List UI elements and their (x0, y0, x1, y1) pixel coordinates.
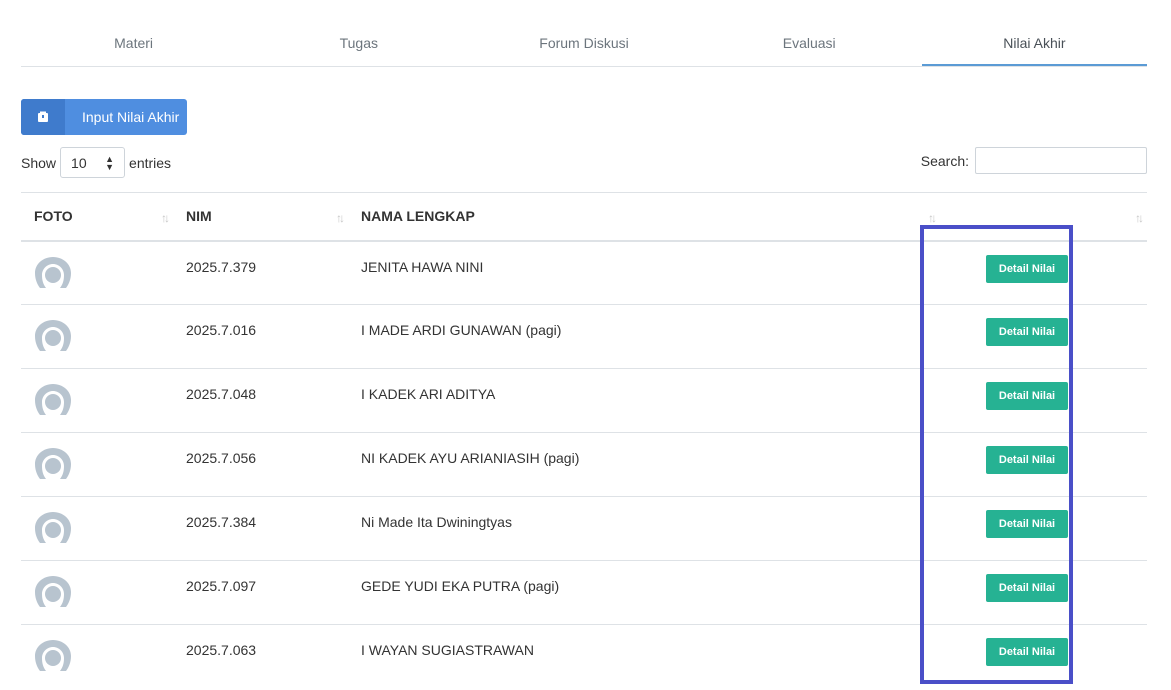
cell-nama: NI KADEK AYU ARIANIASIH (pagi) (348, 432, 940, 497)
tab-evaluasi[interactable]: Evaluasi (697, 20, 922, 66)
avatar-icon (34, 639, 72, 673)
cell-nama: I KADEK ARI ADITYA (348, 368, 940, 433)
cell-nim: 2025.7.097 (173, 560, 348, 625)
search-label: Search: (920, 152, 969, 169)
avatar-icon (34, 575, 72, 609)
cell-nim: 2025.7.384 (173, 496, 348, 561)
table-row: 2025.7.063 I WAYAN SUGIASTRAWAN Detail Nil… (21, 625, 1147, 689)
input-nilai-akhir-button[interactable]: Input Nilai Akhir (21, 99, 187, 135)
cell-nama: Ni Made Ita Dwiningtyas (348, 496, 940, 561)
avatar-icon (34, 511, 72, 545)
sort-icon: ↑↓ (161, 211, 170, 225)
cell-nim: 2025.7.379 (173, 240, 348, 305)
detail-nilai-button[interactable]: Detail Nilai (986, 382, 1068, 410)
search-input[interactable] (975, 147, 1147, 174)
detail-nilai-button[interactable]: Detail Nilai (986, 446, 1068, 474)
show-label: Show (21, 154, 57, 171)
cell-action: Detail Nilai (940, 625, 1147, 689)
tab-tugas[interactable]: Tugas (246, 20, 471, 66)
cell-nim: 2025.7.056 (173, 432, 348, 497)
cell-action: Detail Nilai (940, 368, 1147, 433)
table-header-row: FOTO ↑↓ NIM ↑↓ NAMA LENGKAP ↑↓ ↑↓ (21, 192, 1147, 242)
column-header-nama-lengkap[interactable]: NAMA LENGKAP ↑↓ (348, 192, 940, 242)
cell-nama: I MADE ARDI GUNAWAN (pagi) (348, 304, 940, 369)
tab-materi[interactable]: Materi (21, 20, 246, 66)
cell-action: Detail Nilai (940, 560, 1147, 625)
sort-caret-icon: ▲ ▼ (105, 153, 115, 172)
tab-nilai-akhir[interactable]: Nilai Akhir (921, 20, 1148, 66)
sort-icon: ↑↓ (928, 211, 937, 225)
search-control: Search: (921, 147, 1147, 174)
cell-nama: JENITA HAWA NINI (348, 240, 940, 305)
avatar-icon (34, 447, 72, 481)
cell-action: Detail Nilai (940, 240, 1147, 305)
avatar-icon (34, 256, 72, 290)
cell-foto (21, 240, 173, 305)
table-row: 2025.7.016 I MADE ARDI GUNAWAN (pagi) Deta… (21, 304, 1147, 369)
tab-bar: Materi Tugas Forum Diskusi Evaluasi Nila… (21, 20, 1148, 67)
column-header-foto[interactable]: FOTO ↑↓ (21, 192, 173, 242)
sort-icon: ↑↓ (1135, 211, 1144, 225)
input-nilai-akhir-label: Input Nilai Akhir (82, 109, 180, 125)
cell-nama: I WAYAN SUGIASTRAWAN (361, 642, 534, 658)
box-icon (21, 99, 65, 135)
cell-action: Detail Nilai (940, 304, 1147, 369)
cell-nim: 2025.7.048 (173, 368, 348, 433)
detail-nilai-button[interactable]: Detail Nilai (986, 638, 1068, 666)
table-row: 2025.7.056 NI KADEK AYU ARIANIASIH (pagi)… (21, 432, 1147, 497)
entries-length-control: Show 10 ▲ ▼ entries (21, 147, 171, 178)
cell-nama: GEDE YUDI EKA PUTRA (pagi) (348, 560, 940, 625)
detail-nilai-button[interactable]: Detail Nilai (986, 574, 1068, 602)
detail-nilai-button[interactable]: Detail Nilai (986, 318, 1068, 346)
avatar-icon (34, 319, 72, 353)
avatar-icon (34, 383, 72, 417)
column-header-nim[interactable]: NIM ↑↓ (173, 192, 348, 242)
cell-foto (21, 432, 173, 497)
detail-nilai-button[interactable]: Detail Nilai (986, 510, 1068, 538)
cell-foto (21, 496, 173, 561)
tab-forum-diskusi[interactable]: Forum Diskusi (471, 20, 696, 66)
detail-nilai-button[interactable]: Detail Nilai (986, 254, 1068, 283)
cell-foto (21, 304, 173, 369)
entries-select[interactable]: 10 ▲ ▼ (60, 147, 126, 178)
table-row: 2025.7.384 Ni Made Ita Dwiningtyas Detail … (21, 496, 1147, 561)
table-row: 2025.7.379 JENITA HAWA NINI Detail Nilai (21, 240, 1147, 305)
entries-label: entries (129, 154, 172, 171)
cell-nim: 2025.7.063 (186, 642, 257, 658)
table-row: 2025.7.097 GEDE YUDI EKA PUTRA (pagi) Deta… (21, 560, 1147, 625)
cell-foto (21, 368, 173, 433)
column-header-action[interactable]: ↑↓ (940, 192, 1147, 242)
cell-nim: 2025.7.016 (173, 304, 348, 369)
table-row: 2025.7.048 I KADEK ARI ADITYA Detail Nilai (21, 368, 1147, 433)
students-table: FOTO ↑↓ NIM ↑↓ NAMA LENGKAP ↑↓ ↑↓ 2025.7.37… (21, 192, 1147, 689)
cell-foto (21, 625, 173, 689)
entries-select-value: 10 (71, 154, 87, 171)
sort-icon: ↑↓ (336, 211, 345, 225)
cell-foto (21, 560, 173, 625)
cell-action: Detail Nilai (940, 432, 1147, 497)
cell-action: Detail Nilai (940, 496, 1147, 561)
